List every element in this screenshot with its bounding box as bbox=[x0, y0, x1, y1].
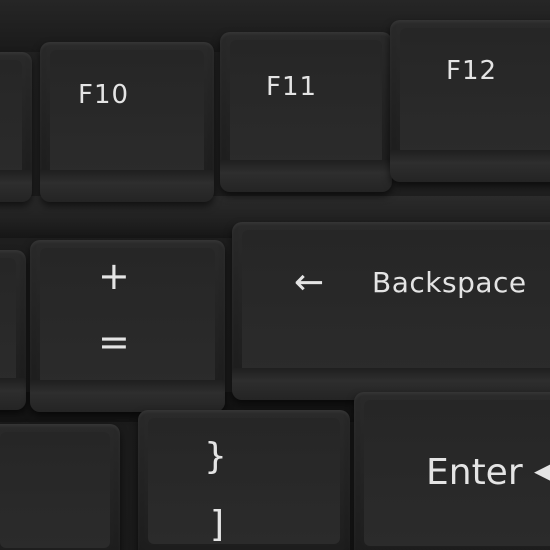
key-f9-partial[interactable] bbox=[0, 52, 32, 202]
key-equals[interactable]: + = bbox=[30, 240, 225, 412]
key-f10[interactable]: F10 bbox=[40, 42, 214, 202]
key-f11[interactable]: F11 bbox=[220, 32, 392, 192]
key-enter-label: Enter bbox=[426, 452, 523, 493]
keycap-face bbox=[50, 50, 204, 176]
key-enter[interactable]: Enter ◂ bbox=[354, 392, 550, 550]
key-backspace-label: Backspace bbox=[372, 266, 527, 299]
keycap-face bbox=[230, 40, 382, 166]
key-bracket-label: ] bbox=[210, 504, 226, 545]
backspace-arrow-icon: ← bbox=[294, 262, 325, 303]
enter-arrow-icon: ◂ bbox=[534, 450, 550, 491]
key-right-bracket[interactable]: } ] bbox=[138, 410, 350, 550]
keyboard-photo: F10 F11 F12 + = ← Backspace } ] Enter ◂ bbox=[0, 0, 550, 550]
keycap-skirt bbox=[390, 150, 550, 182]
keycap-face bbox=[400, 28, 550, 156]
keycap-skirt bbox=[220, 160, 392, 192]
key-f10-label: F10 bbox=[78, 80, 130, 110]
key-backspace[interactable]: ← Backspace bbox=[232, 222, 550, 400]
keycap-skirt bbox=[30, 380, 225, 412]
key-f11-label: F11 bbox=[266, 72, 318, 102]
keycap-face bbox=[148, 418, 340, 544]
key-bracket-shift-label: } bbox=[204, 436, 228, 477]
key-f12-label: F12 bbox=[446, 56, 498, 86]
key-apostrophe-partial[interactable] bbox=[0, 424, 120, 550]
keycap-face bbox=[242, 230, 550, 374]
keycap-face bbox=[0, 258, 16, 384]
key-minus-partial[interactable] bbox=[0, 250, 26, 410]
key-f12[interactable]: F12 bbox=[390, 20, 550, 182]
keycap-face bbox=[0, 60, 22, 176]
key-equals-shift-label: + bbox=[98, 254, 131, 298]
keycap-skirt bbox=[40, 170, 214, 202]
keycap-face bbox=[0, 432, 110, 548]
keycap-skirt bbox=[0, 170, 32, 202]
keycap-skirt bbox=[0, 378, 26, 410]
key-equals-label: = bbox=[98, 320, 131, 364]
